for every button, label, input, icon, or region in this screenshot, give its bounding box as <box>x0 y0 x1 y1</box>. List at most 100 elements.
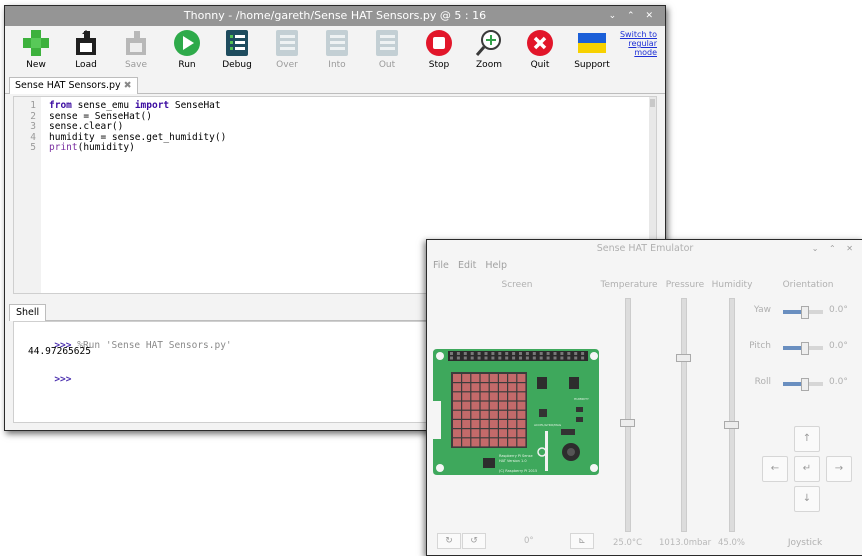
debug-icon <box>222 28 252 58</box>
step-into-button[interactable]: Into <box>312 28 362 70</box>
editor-scrollbar-thumb[interactable] <box>650 99 655 107</box>
roll-slider-knob[interactable] <box>801 378 809 391</box>
joystick-down-button[interactable]: ↓ <box>794 486 820 512</box>
board-copyright-label: (C) Raspberry Pi 2015 <box>499 469 538 473</box>
led-pixel <box>453 429 461 438</box>
close-tab-icon[interactable]: ✖ <box>124 80 132 91</box>
header-pin <box>525 352 529 355</box>
rotate-ccw-button[interactable]: ↺ <box>462 533 486 549</box>
step-out-button[interactable]: Out <box>362 28 412 70</box>
yaw-slider-fill <box>783 310 803 314</box>
header-pin <box>512 352 516 355</box>
step-into-icon <box>322 28 352 58</box>
joystick-left-button[interactable]: ← <box>762 456 788 482</box>
switch-mode-link[interactable]: Switch to regular mode <box>607 30 657 57</box>
pitch-value: 0.0° <box>829 341 848 351</box>
led-pixel <box>462 401 471 410</box>
board-accel-chip-label: ACCEL/GYRO/MAG <box>534 423 562 427</box>
zoom-label: Zoom <box>476 60 502 70</box>
led-pixel <box>453 374 461 382</box>
emulator-titlebar: Sense HAT Emulator ⌄ ⌃ ✕ <box>427 240 862 257</box>
pressure-slider[interactable] <box>676 298 691 532</box>
header-pin <box>567 356 571 360</box>
joystick-enter-button[interactable]: ↵ <box>794 456 820 482</box>
shell-prompt-empty[interactable]: >>> <box>20 363 71 396</box>
debug-button[interactable]: Debug <box>212 28 262 70</box>
led-pixel <box>471 429 480 438</box>
run-button[interactable]: Run <box>162 28 212 70</box>
header-pin <box>450 356 453 360</box>
temperature-slider[interactable] <box>620 298 635 532</box>
led-pixel <box>471 420 480 428</box>
header-pin <box>525 356 529 360</box>
pressure-slider-knob[interactable] <box>676 354 691 362</box>
menu-help[interactable]: Help <box>485 260 507 271</box>
led-pixel <box>489 401 498 410</box>
humidity-slider-knob[interactable] <box>724 421 739 430</box>
stop-button[interactable]: Stop <box>414 28 464 70</box>
thonny-titlebar: Thonny - /home/gareth/Sense HAT Sensors.… <box>5 6 665 26</box>
menu-edit[interactable]: Edit <box>458 260 476 271</box>
temperature-header: Temperature <box>600 280 658 290</box>
load-button[interactable]: Load <box>61 28 111 70</box>
yaw-label: Yaw <box>753 305 771 315</box>
yaw-slider-knob[interactable] <box>801 306 809 319</box>
pitch-slider-knob[interactable] <box>801 342 809 355</box>
new-file-icon <box>21 28 51 58</box>
led-pixel <box>453 410 461 419</box>
menu-file[interactable]: File <box>433 260 449 271</box>
header-pin <box>484 356 488 360</box>
sense-hat-board[interactable]: HUMIDITY ACCEL/GYRO/MAG Raspberry Pi Sen… <box>431 347 601 477</box>
led-pixel <box>462 438 471 447</box>
led-pixel <box>517 392 526 401</box>
led-pixel <box>480 392 489 401</box>
joystick-right-button[interactable]: → <box>826 456 852 482</box>
header-pin <box>546 356 550 360</box>
flip-button[interactable]: ⊾ <box>570 533 594 549</box>
zoom-button[interactable]: Zoom <box>464 28 514 70</box>
led-pixel <box>471 401 480 410</box>
header-pin <box>567 352 571 355</box>
humidity-value: 45.0% <box>718 538 746 548</box>
step-over-button[interactable]: Over <box>262 28 312 70</box>
header-pin <box>560 352 564 355</box>
thonny-window-controls[interactable]: ⌄ ⌃ ✕ <box>609 6 657 26</box>
led-pixel <box>517 438 526 447</box>
led-pixel <box>508 410 517 419</box>
pressure-header: Pressure <box>665 280 705 290</box>
header-pin <box>450 352 453 355</box>
load-label: Load <box>75 60 97 70</box>
emulator-menubar: File Edit Help <box>433 260 513 271</box>
led-pixel <box>480 374 489 382</box>
led-pixel <box>489 410 498 419</box>
new-button[interactable]: New <box>11 28 61 70</box>
header-pin <box>581 352 585 355</box>
humidity-slider[interactable] <box>724 298 739 532</box>
shell-tab[interactable]: Shell <box>9 304 47 321</box>
rotate-cw-button[interactable]: ↻ <box>437 533 461 549</box>
header-pin <box>581 356 585 360</box>
roll-slider-fill <box>783 382 803 386</box>
header-pin <box>519 356 522 360</box>
quit-button[interactable]: Quit <box>515 28 565 70</box>
editor-tab[interactable]: Sense HAT Sensors.py ✖ <box>9 77 138 94</box>
joystick-up-button[interactable]: ↑ <box>794 426 820 452</box>
led-pixel <box>489 383 498 392</box>
emulator-window-controls[interactable]: ⌄ ⌃ ✕ <box>812 240 857 257</box>
line-number: 1 <box>30 100 36 111</box>
led-pixel <box>489 438 498 447</box>
load-icon <box>71 28 101 58</box>
yaw-value: 0.0° <box>829 305 848 315</box>
temperature-slider-knob[interactable] <box>620 418 635 427</box>
step-over-icon <box>272 28 302 58</box>
header-pin <box>456 352 460 355</box>
header-pin <box>553 356 557 360</box>
led-pixel <box>508 401 517 410</box>
header-pin <box>505 352 509 355</box>
header-pin <box>491 352 495 355</box>
stop-icon <box>424 28 454 58</box>
led-pixel <box>471 383 480 392</box>
led-pixel <box>471 374 480 382</box>
save-button[interactable]: Save <box>111 28 161 70</box>
header-pin <box>491 356 495 360</box>
